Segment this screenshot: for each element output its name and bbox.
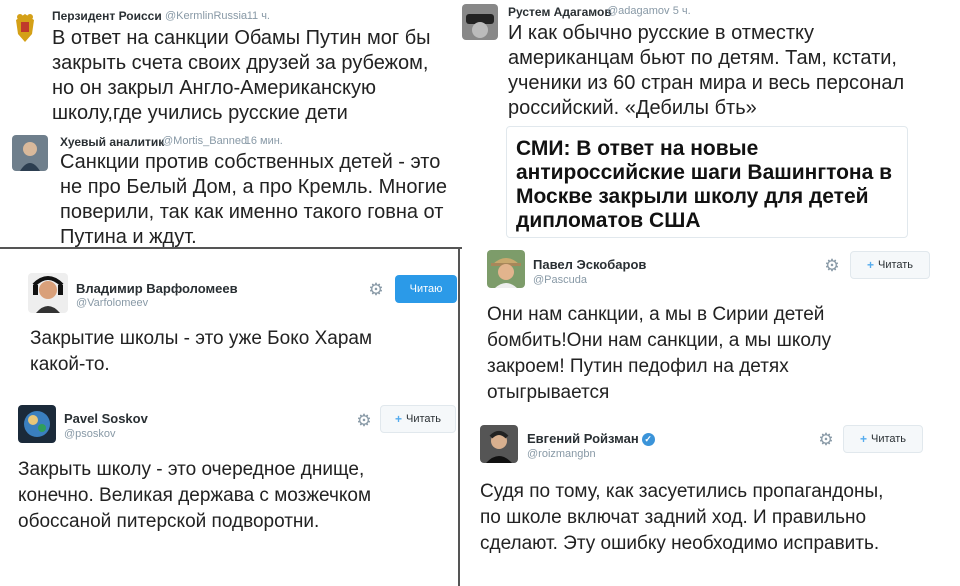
author-name[interactable]: Владимир Варфоломеев xyxy=(76,281,238,296)
avatar-varfolomeev[interactable] xyxy=(28,273,68,313)
tweet-text: Они нам санкции, а мы в Сирии детей бомб… xyxy=(487,304,832,403)
author-name[interactable]: Хуевый аналитик xyxy=(60,135,164,149)
follow-button-label: Читать xyxy=(870,433,907,445)
follow-button[interactable]: + Читать xyxy=(843,425,923,453)
gear-icon[interactable]: ⚙ xyxy=(356,412,372,429)
gear-icon[interactable]: ⚙ xyxy=(824,257,840,274)
follow-button[interactable]: + Читать xyxy=(850,251,930,279)
follow-plus-icon: + xyxy=(859,432,867,446)
profile-photo-icon xyxy=(18,405,56,443)
profile-photo-icon xyxy=(28,273,68,313)
follow-button-label: Читать xyxy=(405,413,442,425)
author-name[interactable]: Перзидент Роисси xyxy=(52,9,162,23)
divider-vertical xyxy=(458,249,460,586)
author-name-label: Евгений Ройзман xyxy=(527,431,639,446)
gear-icon[interactable]: ⚙ xyxy=(368,281,384,298)
coat-of-arms-icon xyxy=(10,8,40,48)
divider-horizontal xyxy=(0,247,462,249)
tweet-time[interactable]: · 5 ч. xyxy=(666,5,691,17)
author-name[interactable]: Евгений Ройзман ✓ xyxy=(527,431,655,447)
author-handle[interactable]: @adagamov xyxy=(607,5,670,17)
avatar-adagamov[interactable] xyxy=(462,4,498,40)
avatar-kermlinrussia[interactable] xyxy=(10,8,40,48)
follow-button-label: Читать xyxy=(877,259,914,271)
author-handle[interactable]: @psoskov xyxy=(64,428,116,440)
author-name[interactable]: Павел Эскобаров xyxy=(533,257,646,272)
author-handle[interactable]: @Mortis_Banned xyxy=(162,135,247,147)
tweet-text: В ответ на санкции Обамы Путин мог бы за… xyxy=(52,27,431,124)
follow-plus-icon: + xyxy=(394,412,402,426)
tweet-time[interactable]: · 16 мин. xyxy=(238,135,283,147)
gear-icon[interactable]: ⚙ xyxy=(818,431,834,448)
tweet-text: Закрытие школы - это уже Боко Харам како… xyxy=(30,328,373,375)
tweet-text: Закрыть школу - это очередное днище, кон… xyxy=(18,459,372,532)
following-button[interactable]: Читаю xyxy=(395,275,457,303)
avatar-psoskov[interactable] xyxy=(18,405,56,443)
author-handle[interactable]: @KermlinRussia xyxy=(165,10,247,22)
author-handle[interactable]: @Pascuda xyxy=(533,274,587,286)
author-name[interactable]: Рустем Адагамов xyxy=(508,5,612,19)
author-handle[interactable]: @Varfolomeev xyxy=(76,297,148,309)
author-name[interactable]: Pavel Soskov xyxy=(64,411,148,426)
tweet-text: Судя по тому, как засуетились пропагандо… xyxy=(480,481,884,554)
profile-photo-icon xyxy=(12,135,48,171)
follow-plus-icon: + xyxy=(866,258,874,272)
avatar-roizmangbn[interactable] xyxy=(480,425,518,463)
profile-photo-icon xyxy=(462,4,498,40)
news-card-headline[interactable]: СМИ: В ответ на новые антироссийские шаг… xyxy=(516,137,901,233)
tweet-time[interactable]: · 11 ч. xyxy=(240,10,270,22)
tweet-text: Санкции против собственных детей - это н… xyxy=(60,151,448,248)
avatar-mortis-banned[interactable] xyxy=(12,135,48,171)
verified-badge-icon: ✓ xyxy=(641,433,655,447)
follow-button[interactable]: + Читать xyxy=(380,405,456,433)
avatar-pascuda[interactable] xyxy=(487,250,525,288)
author-handle[interactable]: @roizmangbn xyxy=(527,448,596,460)
profile-photo-icon xyxy=(487,250,525,288)
tweet-text: И как обычно русские в отместку американ… xyxy=(508,22,905,119)
profile-photo-icon xyxy=(480,425,518,463)
